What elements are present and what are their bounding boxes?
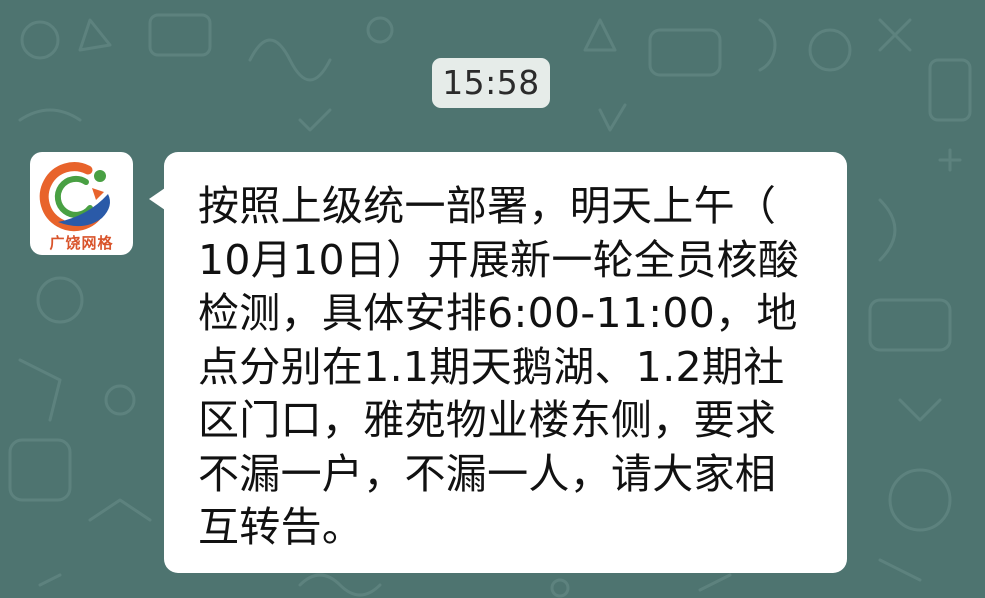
message-timestamp: 15:58 bbox=[432, 58, 550, 108]
bubble-tail bbox=[149, 188, 165, 210]
message-line: 检测，具体安排6:00-11:00，地 bbox=[198, 289, 798, 337]
sender-avatar[interactable]: 广饶网格 bbox=[30, 152, 133, 255]
message-line: 互转告。 bbox=[198, 503, 364, 551]
message-line: 10月10日）开展新一轮全员核酸 bbox=[198, 235, 800, 284]
message-line: 按照上级统一部署，明天上午（ bbox=[198, 182, 777, 230]
message-line: 点分别在1.1期天鹅湖、1.2期社 bbox=[198, 342, 785, 391]
message-bubble[interactable]: 按照上级统一部署，明天上午（ 10月10日）开展新一轮全员核酸 检测，具体安排6… bbox=[164, 152, 847, 573]
avatar-caption: 广饶网格 bbox=[49, 234, 114, 252]
message-line: 不漏一户，不漏一人，请大家相 bbox=[198, 449, 777, 498]
message-line: 区门口，雅苑物业楼东侧，要求 bbox=[198, 396, 777, 444]
